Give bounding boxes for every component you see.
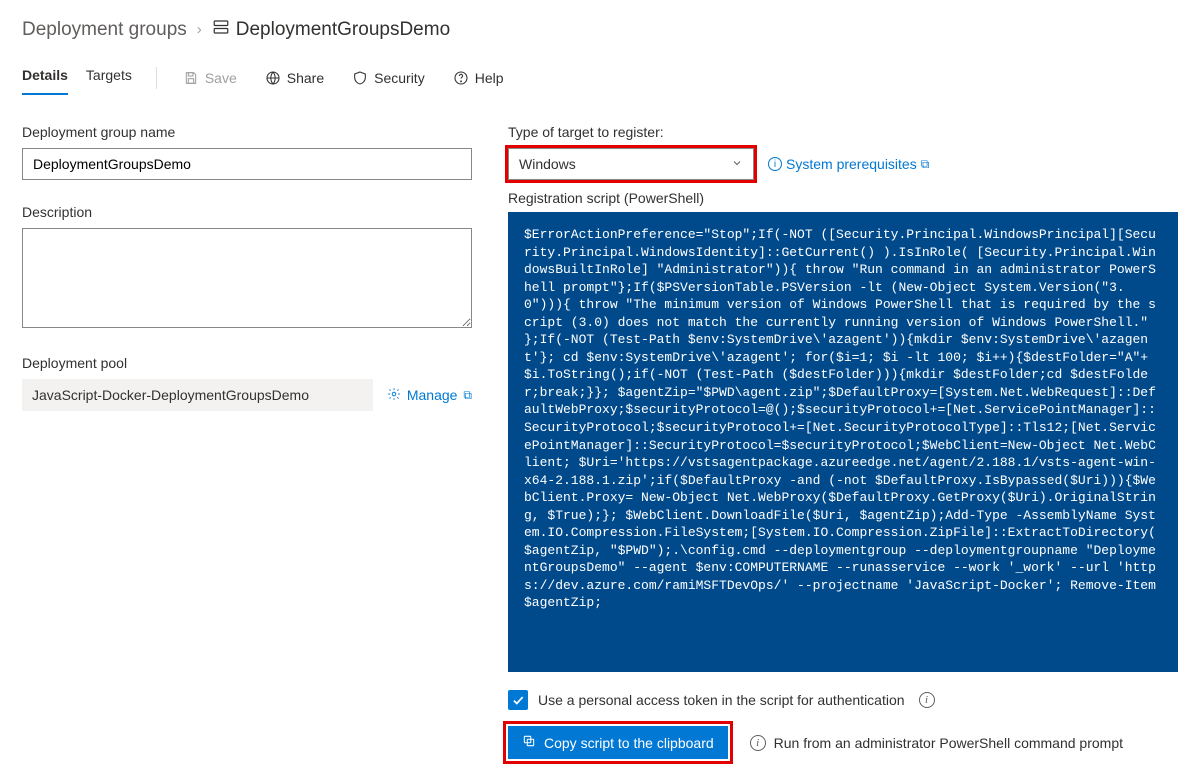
run-hint: Run from an administrator PowerShell com… bbox=[774, 735, 1123, 751]
script-label: Registration script (PowerShell) bbox=[508, 190, 1178, 206]
copy-icon bbox=[522, 734, 536, 751]
pool-label: Deployment pool bbox=[22, 355, 472, 371]
share-icon bbox=[265, 70, 281, 86]
description-label: Description bbox=[22, 204, 472, 220]
tab-targets[interactable]: Targets bbox=[86, 61, 132, 95]
info-icon: i bbox=[750, 735, 766, 751]
save-label: Save bbox=[205, 70, 237, 86]
save-icon bbox=[183, 70, 199, 86]
right-column: Type of target to register: Windows i Sy… bbox=[508, 124, 1178, 759]
tab-details[interactable]: Details bbox=[22, 61, 68, 95]
system-prerequisites-link[interactable]: i System prerequisites ⧉ bbox=[768, 156, 929, 172]
help-button[interactable]: Help bbox=[451, 66, 506, 90]
shield-icon bbox=[352, 70, 368, 86]
open-external-icon: ⧉ bbox=[463, 388, 472, 403]
copy-label: Copy script to the clipboard bbox=[544, 735, 714, 751]
main-content: Deployment group name Description Deploy… bbox=[22, 124, 1178, 759]
dg-name-label: Deployment group name bbox=[22, 124, 472, 140]
security-label: Security bbox=[374, 70, 425, 86]
divider bbox=[156, 67, 157, 89]
breadcrumb: Deployment groups › DeploymentGroupsDemo bbox=[22, 18, 1178, 41]
target-type-label: Type of target to register: bbox=[508, 124, 1178, 140]
left-column: Deployment group name Description Deploy… bbox=[22, 124, 472, 759]
copy-script-button[interactable]: Copy script to the clipboard bbox=[508, 726, 728, 759]
save-button: Save bbox=[181, 66, 239, 90]
target-type-value: Windows bbox=[519, 156, 576, 172]
prereq-label: System prerequisites bbox=[786, 156, 917, 172]
command-bar: Details Targets Save Share Security bbox=[22, 61, 1178, 96]
dg-name-input[interactable] bbox=[22, 148, 472, 180]
info-icon[interactable]: i bbox=[919, 692, 935, 708]
registration-script-box[interactable]: $ErrorActionPreference="Stop";If(-NOT ([… bbox=[508, 212, 1178, 672]
manage-pool-link[interactable]: Manage ⧉ bbox=[387, 387, 472, 404]
description-input[interactable] bbox=[22, 228, 472, 328]
help-icon bbox=[453, 70, 469, 86]
open-external-icon: ⧉ bbox=[921, 157, 930, 172]
info-icon: i bbox=[768, 157, 782, 171]
server-icon bbox=[212, 18, 230, 41]
target-type-select[interactable]: Windows bbox=[508, 148, 754, 180]
pool-name-display: JavaScript-Docker-DeploymentGroupsDemo bbox=[22, 379, 373, 411]
chevron-down-icon bbox=[731, 156, 743, 172]
security-button[interactable]: Security bbox=[350, 66, 427, 90]
manage-label: Manage bbox=[407, 387, 458, 403]
pat-checkbox[interactable] bbox=[508, 690, 528, 710]
share-label: Share bbox=[287, 70, 324, 86]
breadcrumb-parent[interactable]: Deployment groups bbox=[22, 19, 187, 41]
chevron-right-icon: › bbox=[197, 21, 202, 38]
gear-icon bbox=[387, 387, 401, 404]
share-button[interactable]: Share bbox=[263, 66, 326, 90]
pat-label: Use a personal access token in the scrip… bbox=[538, 692, 905, 708]
help-label: Help bbox=[475, 70, 504, 86]
breadcrumb-current: DeploymentGroupsDemo bbox=[236, 19, 450, 41]
